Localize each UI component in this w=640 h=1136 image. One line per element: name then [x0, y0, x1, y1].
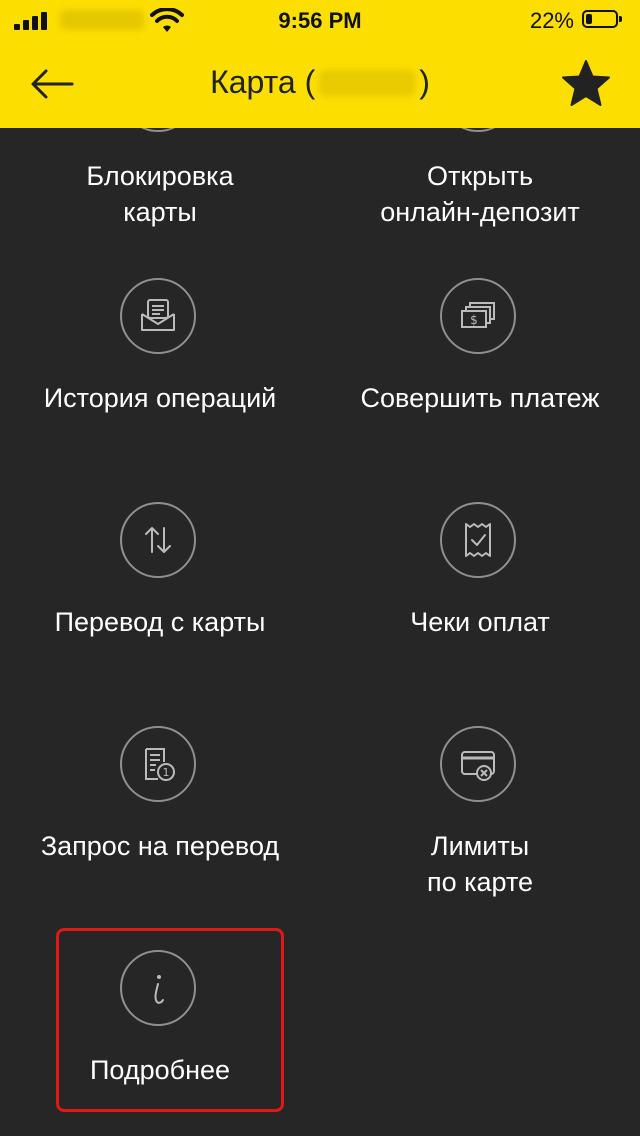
star-icon[interactable]: [560, 58, 612, 110]
request-document-icon: 1: [120, 726, 196, 802]
action-transfer[interactable]: Перевод с карты: [0, 494, 320, 654]
navigation-bar: Карта (): [0, 40, 640, 128]
page-title: Карта (): [0, 64, 640, 101]
battery-icon: [582, 10, 622, 28]
title-prefix: Карта (: [210, 64, 316, 100]
action-receipts[interactable]: Чеки оплат: [320, 494, 640, 654]
action-label: Совершить платеж: [360, 383, 600, 413]
svg-text:1: 1: [163, 766, 170, 779]
card-limit-icon: [440, 726, 516, 802]
title-suffix: ): [419, 64, 430, 100]
status-bar: 9:56 PM 22%: [0, 0, 640, 40]
action-label: Чеки оплат: [410, 607, 550, 637]
arrows-up-down-icon: [120, 502, 196, 578]
action-label: Перевод с карты: [54, 607, 266, 637]
top-bar: 9:56 PM 22% Карта (): [0, 0, 640, 128]
battery-percent: 22%: [529, 8, 574, 33]
action-label: Лимиты по карте: [426, 831, 534, 897]
action-label: Открыть онлайн-депозит: [380, 161, 580, 227]
details-highlight-frame: [56, 928, 284, 1112]
action-payment[interactable]: $ Совершить платеж: [320, 270, 640, 430]
receipt-check-icon: [440, 502, 516, 578]
svg-text:$: $: [470, 313, 478, 327]
action-label: История операций: [43, 383, 277, 413]
action-label: Запрос на перевод: [40, 831, 280, 861]
envelope-receipt-icon: [120, 278, 196, 354]
card-number-redacted: [319, 70, 416, 96]
action-label: Блокировка карты: [86, 161, 234, 227]
card-actions-screen: 9:56 PM 22% Карта () Блокировка карты От…: [0, 0, 640, 1136]
banknotes-icon: $: [440, 278, 516, 354]
action-history[interactable]: История операций: [0, 270, 320, 430]
action-limits[interactable]: Лимиты по карте: [320, 718, 640, 898]
action-transfer-request[interactable]: 1 Запрос на перевод: [0, 718, 320, 898]
